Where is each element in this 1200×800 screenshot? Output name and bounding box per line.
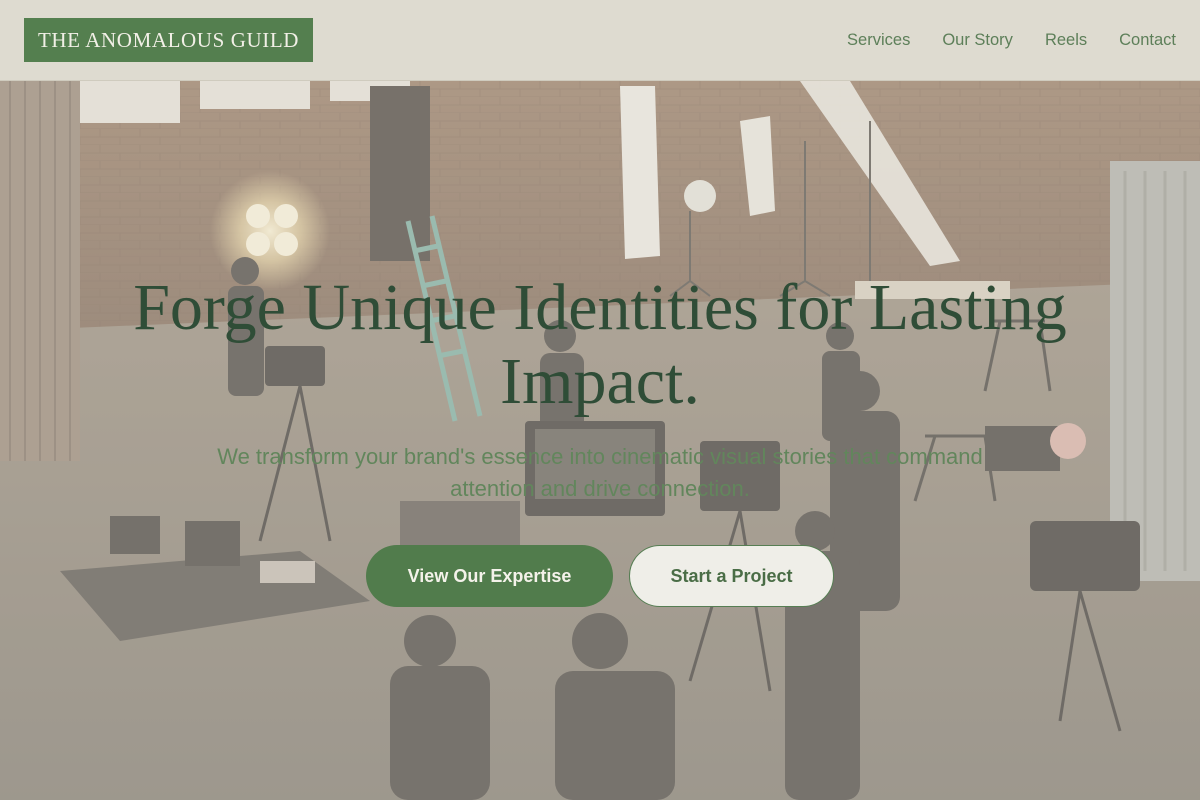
nav-our-story[interactable]: Our Story	[942, 31, 1013, 50]
hero-section: Forge Unique Identities for Lasting Impa…	[0, 81, 1200, 800]
nav-contact[interactable]: Contact	[1119, 31, 1176, 50]
site-header: THE ANOMALOUS GUILD Services Our Story R…	[0, 0, 1200, 81]
hero-subheadline: We transform your brand's essence into c…	[217, 444, 983, 501]
hero-headline: Forge Unique Identities for Lasting Impa…	[133, 271, 1067, 418]
nav-reels[interactable]: Reels	[1045, 31, 1087, 50]
start-project-button[interactable]: Start a Project	[629, 545, 834, 607]
hero-content: Forge Unique Identities for Lasting Impa…	[0, 81, 1200, 800]
view-expertise-button[interactable]: View Our Expertise	[366, 545, 613, 607]
nav-services[interactable]: Services	[847, 31, 910, 50]
main-nav: Services Our Story Reels Contact	[847, 31, 1176, 50]
brand-logo[interactable]: THE ANOMALOUS GUILD	[24, 18, 313, 62]
